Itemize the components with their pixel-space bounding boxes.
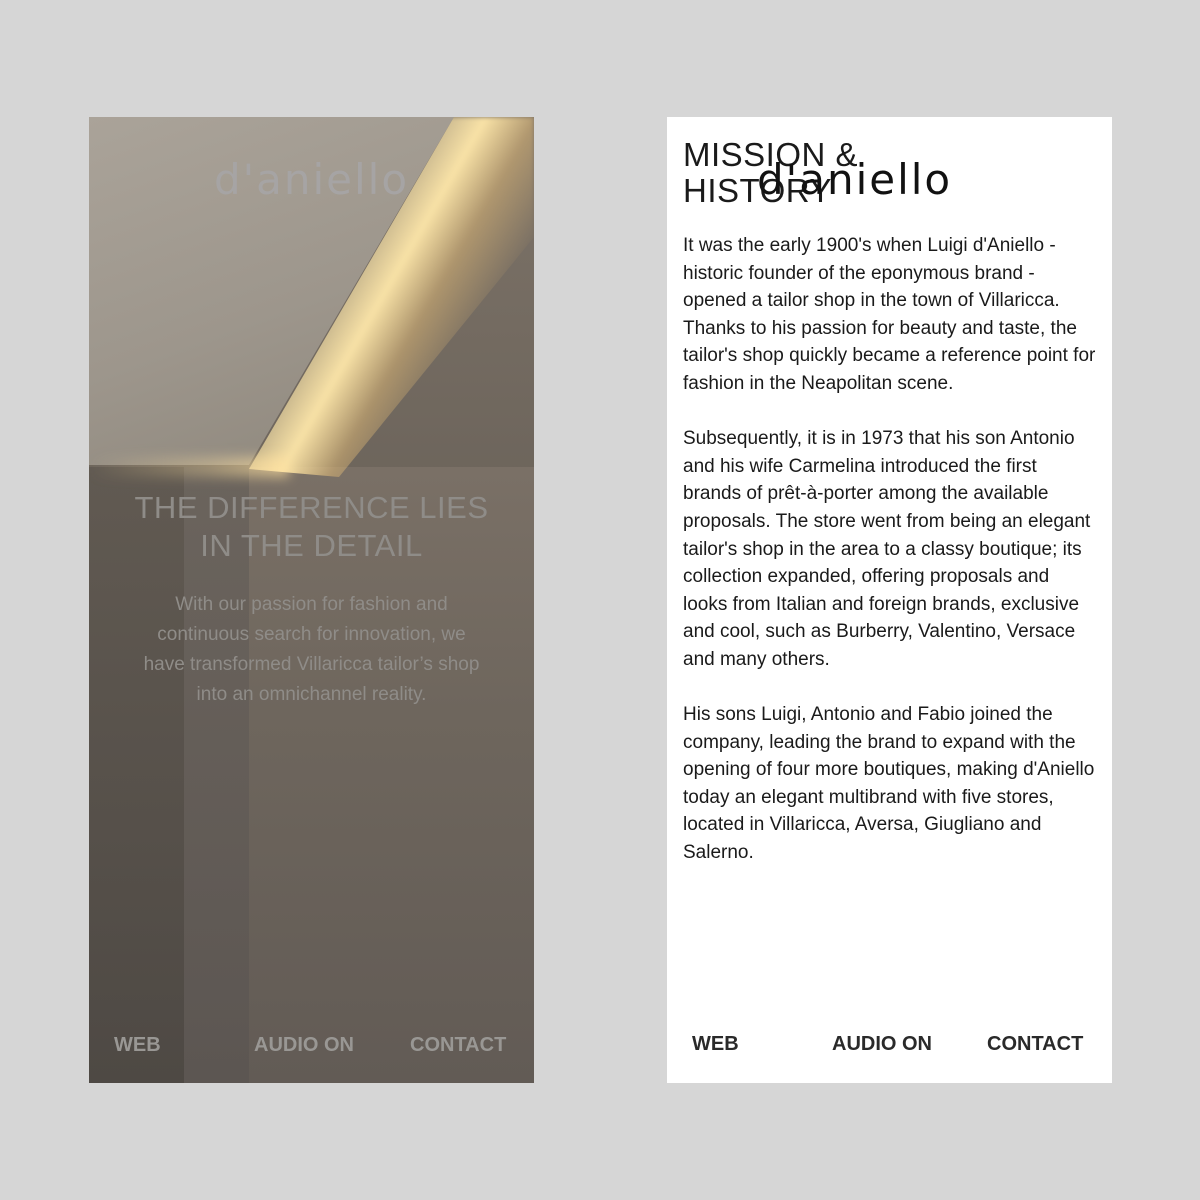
background-ledge-glow <box>89 457 289 477</box>
intro-line: With our passion for fashion and <box>175 594 448 615</box>
hero-intro: With our passion for fashion and continu… <box>114 590 509 710</box>
bottom-nav: WEB AUDIO ON CONTACT <box>667 1031 1112 1057</box>
intro-line: into an omnichannel reality. <box>196 684 427 705</box>
nav-contact-link[interactable]: CONTACT <box>410 1034 506 1057</box>
headline-line: THE DIFFERENCE LIES <box>134 490 489 525</box>
intro-line: have transformed Villaricca tailor’s sho… <box>143 654 480 675</box>
paragraph: His sons Luigi, Antonio and Fabio joined… <box>683 704 1095 864</box>
nav-contact-link[interactable]: CONTACT <box>987 1033 1083 1056</box>
history-text: It was the early 1900's when Luigi d'Ani… <box>683 232 1098 894</box>
brand-logo[interactable]: d'aniello <box>89 155 534 204</box>
nav-audio-toggle[interactable]: AUDIO ON <box>832 1033 932 1056</box>
intro-line: continuous search for innovation, we <box>157 624 466 645</box>
nav-audio-toggle[interactable]: AUDIO ON <box>254 1034 354 1057</box>
nav-web-link[interactable]: WEB <box>692 1033 739 1056</box>
brand-logo[interactable]: d'aniello <box>757 155 952 204</box>
mission-screen: MISSION & HISTORY d'aniello It was the e… <box>667 117 1112 1083</box>
nav-web-link[interactable]: WEB <box>114 1034 161 1057</box>
paragraph: Subsequently, it is in 1973 that his son… <box>683 428 1091 670</box>
bottom-nav: WEB AUDIO ON CONTACT <box>89 1032 534 1058</box>
headline-line: IN THE DETAIL <box>200 528 423 563</box>
hero-headline: THE DIFFERENCE LIES IN THE DETAIL <box>109 489 514 565</box>
home-screen: d'aniello THE DIFFERENCE LIES IN THE DET… <box>89 117 534 1083</box>
paragraph: It was the early 1900's when Luigi d'Ani… <box>683 235 1096 394</box>
